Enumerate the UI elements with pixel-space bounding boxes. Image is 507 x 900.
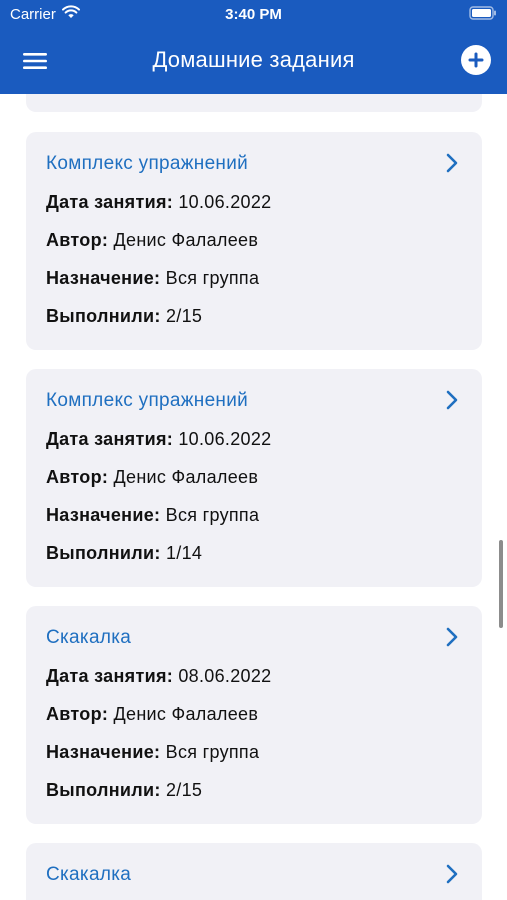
homework-card[interactable]: Скакалка Дата занятия: 08.06.2022 Автор:… — [26, 606, 482, 824]
scroll-indicator[interactable] — [499, 540, 503, 628]
completed-label: Выполнили: — [46, 306, 161, 326]
homework-card-partial[interactable] — [26, 94, 482, 112]
completed-row: Выполнили: 1/14 — [46, 543, 202, 564]
assignment-label: Назначение: — [46, 505, 161, 525]
completed-label: Выполнили: — [46, 543, 161, 563]
completed-value: 1/14 — [165, 543, 203, 563]
chevron-right-icon[interactable] — [442, 388, 462, 412]
page-title: Домашние задания — [152, 47, 355, 72]
homework-list[interactable]: Комплекс упражнений Дата занятия: 10.06.… — [0, 94, 507, 900]
nav-bar: Домашние задания — [0, 30, 507, 94]
add-task-icon[interactable] — [460, 44, 492, 76]
homework-title[interactable]: Скакалка — [46, 627, 131, 649]
chevron-right-icon[interactable] — [442, 151, 462, 175]
assignment-value: Вся группа — [165, 505, 260, 525]
author-row: Автор: Денис Фалалеев — [46, 704, 258, 725]
assignment-label: Назначение: — [46, 742, 161, 762]
assignment-row: Назначение: Вся группа — [46, 268, 259, 289]
homework-card[interactable]: Комплекс упражнений Дата занятия: 10.06.… — [26, 369, 482, 587]
author-value: Денис Фалалеев — [113, 704, 259, 724]
date-label: Дата занятия: — [46, 666, 174, 686]
chevron-right-icon[interactable] — [442, 862, 462, 886]
author-label: Автор: — [46, 704, 109, 724]
assignment-value: Вся группа — [165, 742, 260, 762]
status-time: 3:40 PM — [225, 6, 282, 23]
completed-row: Выполнили: 2/15 — [46, 780, 202, 801]
battery-icon — [469, 6, 496, 20]
assignment-row: Назначение: Вся группа — [46, 505, 259, 526]
homework-title[interactable]: Комплекс упражнений — [46, 153, 248, 175]
date-value: 10.06.2022 — [178, 429, 272, 449]
assignment-value: Вся группа — [165, 268, 260, 288]
date-row: Дата занятия: 10.06.2022 — [46, 429, 271, 450]
status-bar: Carrier 3:40 PM — [0, 0, 507, 30]
homework-card[interactable]: Скакалка — [26, 843, 482, 900]
completed-label: Выполнили: — [46, 780, 161, 800]
homework-card[interactable]: Комплекс упражнений Дата занятия: 10.06.… — [26, 132, 482, 350]
completed-value: 2/15 — [165, 780, 203, 800]
author-value: Денис Фалалеев — [113, 230, 259, 250]
date-value: 10.06.2022 — [178, 192, 272, 212]
homework-title[interactable]: Комплекс упражнений — [46, 390, 248, 412]
author-label: Автор: — [46, 467, 109, 487]
chevron-right-icon[interactable] — [442, 625, 462, 649]
app-header: Carrier 3:40 PM Домашние задания — [0, 0, 507, 94]
assignment-row: Назначение: Вся группа — [46, 742, 259, 763]
homework-title[interactable]: Скакалка — [46, 864, 131, 886]
author-value: Денис Фалалеев — [113, 467, 259, 487]
assignment-label: Назначение: — [46, 268, 161, 288]
date-label: Дата занятия: — [46, 429, 174, 449]
author-label: Автор: — [46, 230, 109, 250]
completed-row: Выполнили: 2/15 — [46, 306, 202, 327]
date-value: 08.06.2022 — [178, 666, 272, 686]
author-row: Автор: Денис Фалалеев — [46, 230, 258, 251]
author-row: Автор: Денис Фалалеев — [46, 467, 258, 488]
date-row: Дата занятия: 10.06.2022 — [46, 192, 271, 213]
completed-value: 2/15 — [165, 306, 203, 326]
date-row: Дата занятия: 08.06.2022 — [46, 666, 271, 687]
date-label: Дата занятия: — [46, 192, 174, 212]
